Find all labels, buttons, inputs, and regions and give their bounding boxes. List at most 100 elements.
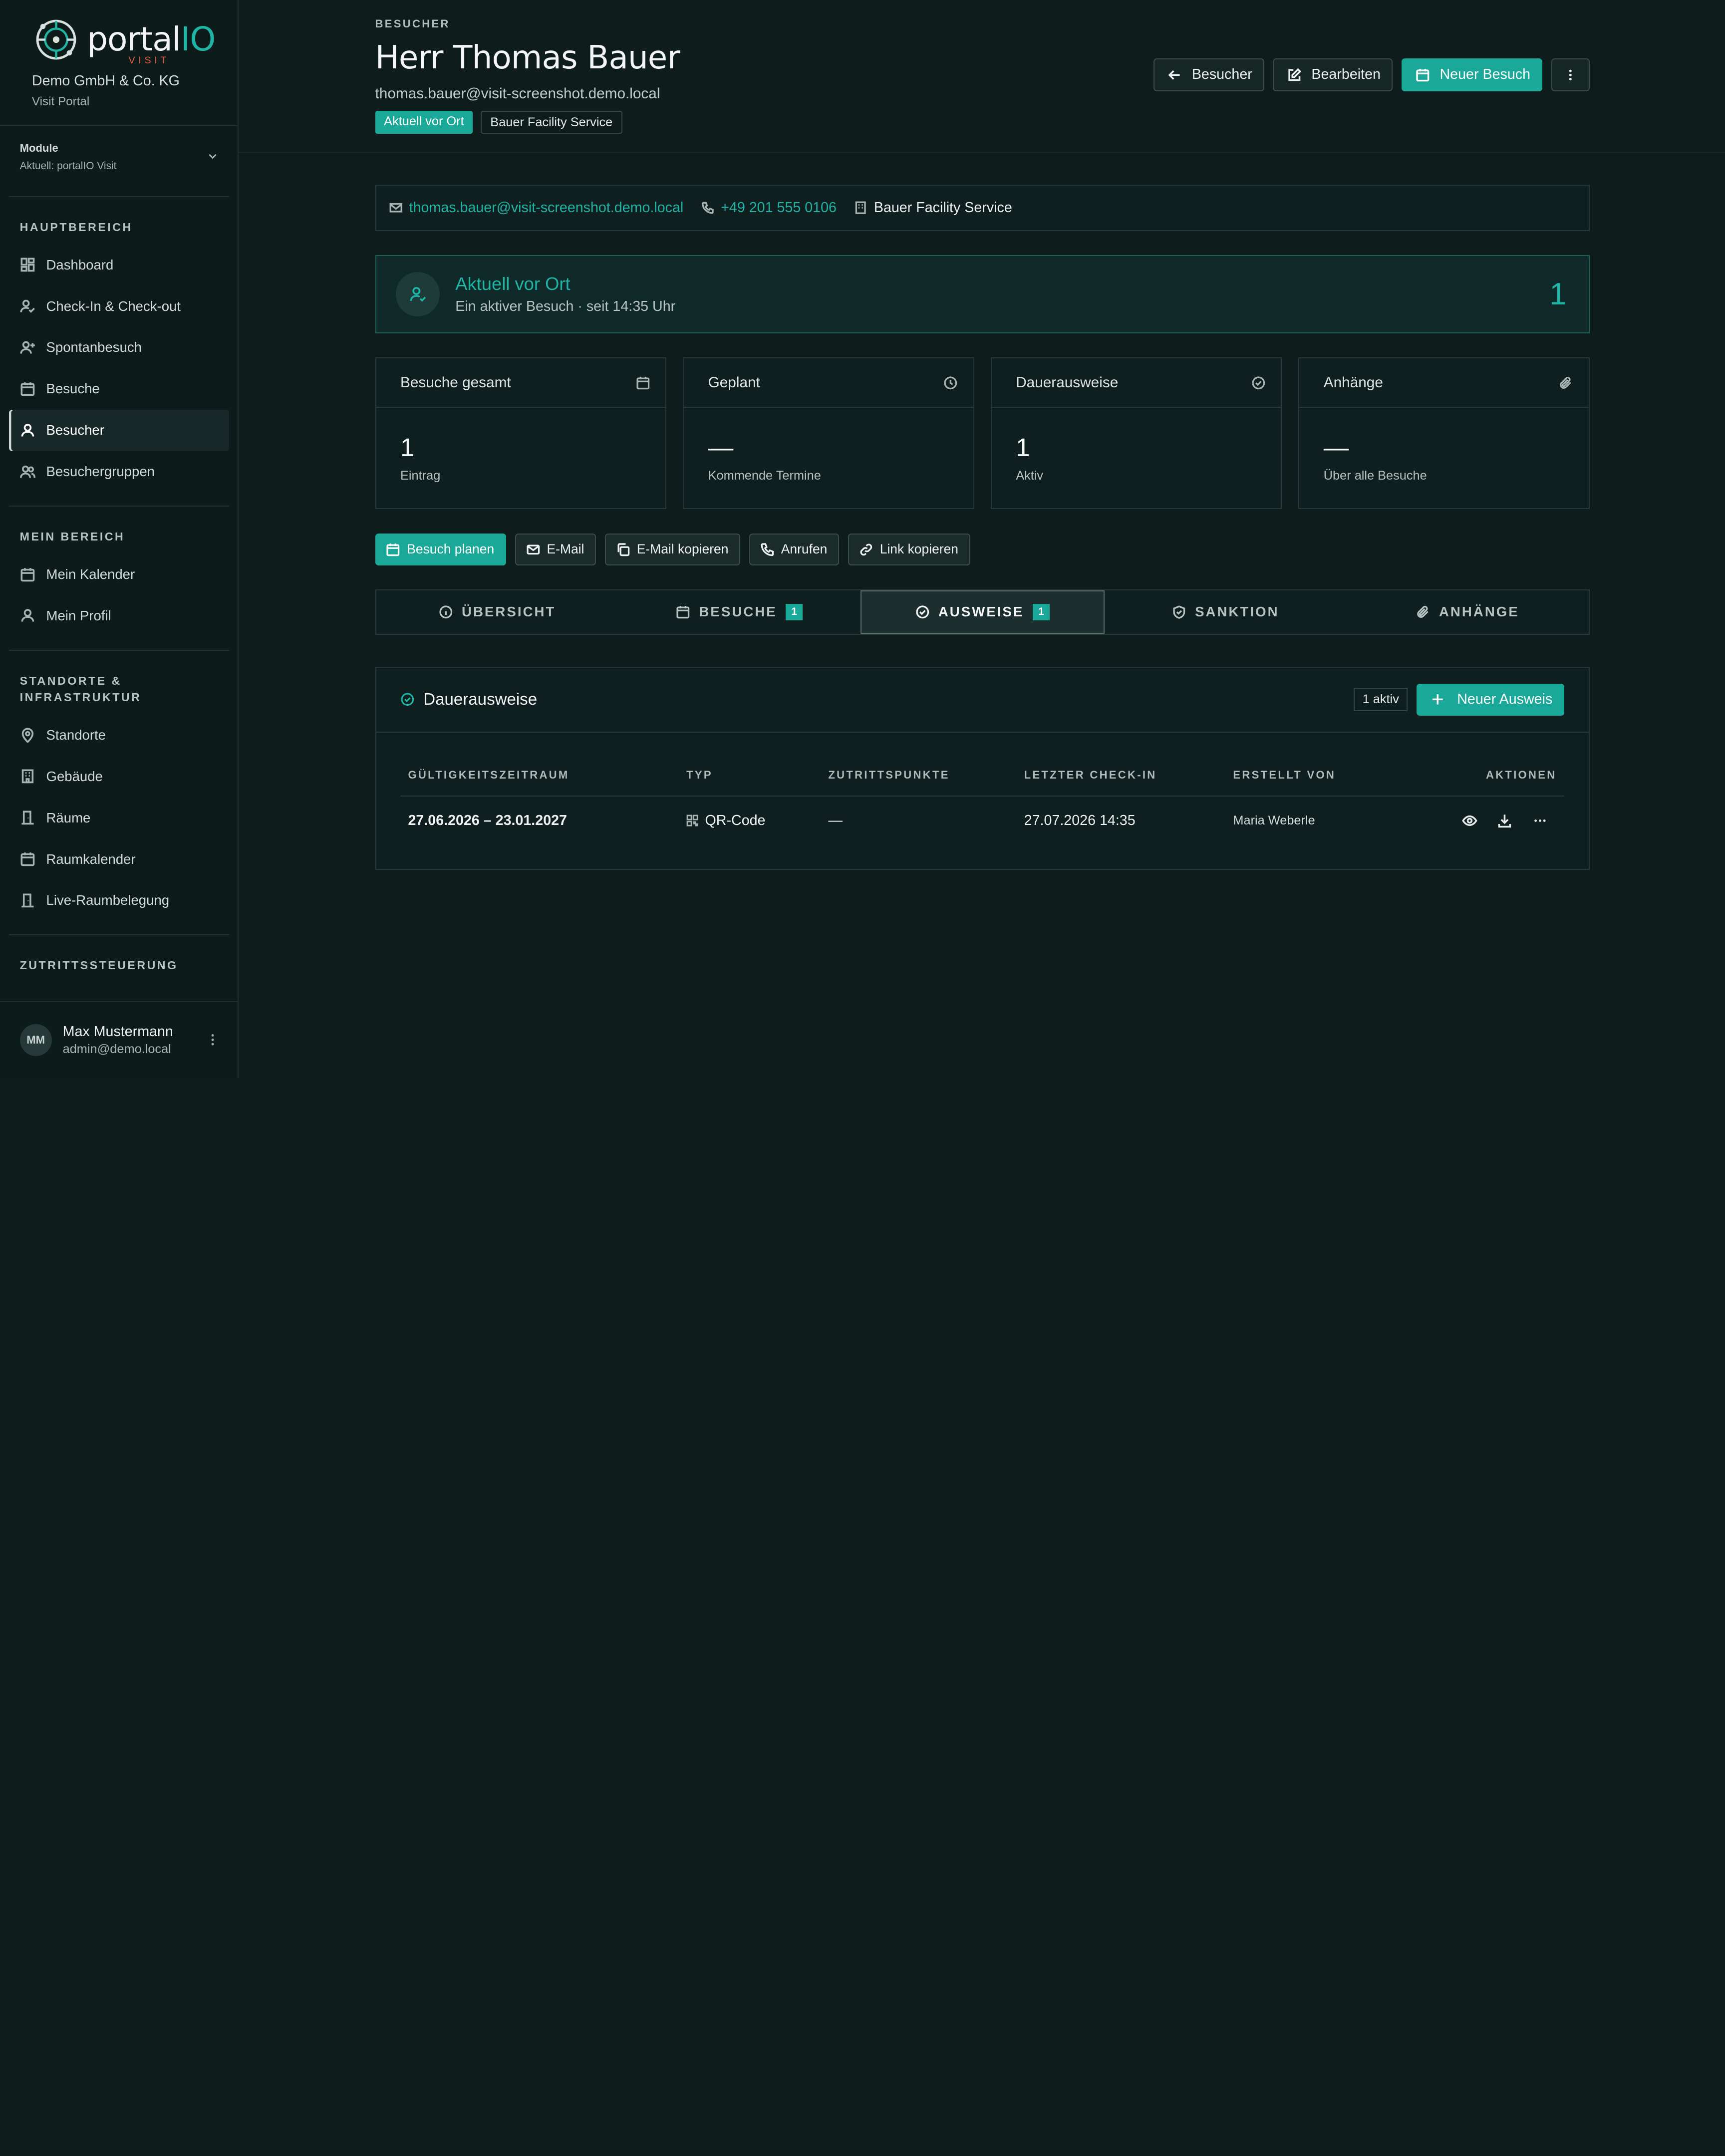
- sidebar-item-besucher[interactable]: Besucher: [8, 409, 229, 451]
- nav-section-title: MEIN BEREICH: [19, 530, 125, 543]
- more-vertical-icon[interactable]: [207, 1032, 218, 1048]
- button-label: Besucher: [1191, 66, 1252, 83]
- org-name: Demo GmbH & Co. KG: [31, 73, 180, 89]
- check-circle-icon: [401, 693, 414, 706]
- nav-section-standorte: STANDORTE & INFRASTRUKTUR Standorte Gebä…: [8, 651, 229, 936]
- sidebar-item-label: Mein Kalender: [46, 566, 135, 582]
- presence-avatar: [396, 272, 440, 316]
- module-label: Module: [19, 142, 58, 155]
- copy-email-button[interactable]: E-Mail kopieren: [605, 533, 741, 565]
- eye-icon[interactable]: [1462, 813, 1477, 828]
- cell-access-points: —: [828, 812, 843, 828]
- new-badge-button[interactable]: Neuer Ausweis: [1416, 683, 1565, 716]
- more-actions-button[interactable]: [1551, 58, 1590, 91]
- breadcrumb[interactable]: BESUCHER: [375, 17, 680, 30]
- contact-email-link[interactable]: thomas.bauer@visit-screenshot.demo.local: [389, 200, 683, 216]
- module-selector[interactable]: Module Aktuell: portalIO Visit: [8, 126, 229, 197]
- sidebar-item-dashboard[interactable]: Dashboard: [9, 244, 229, 285]
- cell-last-checkin: 27.07.2026 14:35: [1024, 812, 1136, 828]
- qr-code-icon: [686, 814, 698, 826]
- column-header-actions: AKTIONEN: [1401, 754, 1564, 797]
- logo-word-portal: portal: [87, 20, 181, 59]
- call-button[interactable]: Anrufen: [749, 533, 840, 565]
- cell-type-label: QR-Code: [705, 812, 766, 828]
- user-menu[interactable]: MM Max Mustermann admin@demo.local: [0, 1001, 238, 1078]
- sidebar-item-besuche[interactable]: Besuche: [9, 368, 229, 410]
- tab-visits[interactable]: BESUCHE 1: [618, 590, 861, 633]
- stat-card-permanent-badges: Dauerausweise 1 Aktiv: [990, 357, 1282, 510]
- sidebar-item-gebaeude[interactable]: Gebäude: [9, 756, 229, 797]
- download-icon[interactable]: [1497, 813, 1512, 828]
- plan-visit-button[interactable]: Besuch planen: [375, 533, 507, 565]
- sidebar-item-raeume[interactable]: Räume: [9, 797, 229, 838]
- sidebar-item-mein-profil[interactable]: Mein Profil: [9, 595, 229, 636]
- tab-count-badge: 1: [1033, 604, 1050, 620]
- column-header-created-by[interactable]: ERSTELLT VON: [1225, 754, 1402, 797]
- stat-value: —: [1323, 433, 1349, 462]
- sidebar-item-live-raumbelegung[interactable]: Live-Raumbelegung: [9, 880, 229, 921]
- tab-count-badge: 1: [786, 604, 803, 620]
- sidebar-item-raumkalender[interactable]: Raumkalender: [9, 838, 229, 880]
- visitor-email: thomas.bauer@visit-screenshot.demo.local: [375, 85, 660, 102]
- quick-actions: Besuch planen E-Mail E-Mail kopieren Anr…: [375, 533, 1590, 565]
- button-label: Link kopieren: [879, 541, 958, 557]
- shield-check-icon: [1173, 605, 1185, 619]
- tab-attachments[interactable]: ANHÄNGE: [1347, 590, 1589, 633]
- tab-label: SANKTION: [1195, 604, 1279, 620]
- arrow-left-icon: [1168, 70, 1180, 80]
- map-pin-icon: [21, 728, 33, 743]
- tab-overview[interactable]: ÜBERSICHT: [376, 590, 618, 633]
- column-header-type[interactable]: TYP: [678, 754, 821, 797]
- tab-badges[interactable]: AUSWEISE 1: [860, 590, 1105, 634]
- sidebar-item-besuchergruppen[interactable]: Besuchergruppen: [9, 451, 229, 493]
- table-row[interactable]: 27.06.2026 – 23.01.2027 QR-Code — 27.07.…: [400, 796, 1564, 844]
- sidebar-item-check-in[interactable]: Check-In & Check-out: [9, 285, 229, 327]
- column-header-last-checkin[interactable]: LETZTER CHECK-IN: [1016, 754, 1225, 797]
- logo-word-io: IO: [180, 20, 216, 59]
- building-icon: [855, 201, 866, 215]
- contact-company: Bauer Facility Service: [854, 200, 1012, 216]
- copy-link-button[interactable]: Link kopieren: [848, 533, 971, 565]
- new-visit-button[interactable]: Neuer Besuch: [1401, 58, 1543, 91]
- door-icon: [21, 893, 34, 908]
- sidebar-item-label: Besuche: [46, 381, 100, 397]
- presence-title: Aktuell vor Ort: [455, 273, 571, 294]
- user-name: Max Mustermann: [62, 1023, 173, 1040]
- sidebar-item-standorte[interactable]: Standorte: [9, 715, 229, 756]
- sidebar-item-label: Standorte: [46, 727, 106, 743]
- column-header-access-points[interactable]: ZUTRITTSPUNKTE: [820, 754, 1017, 797]
- email-button[interactable]: E-Mail: [515, 533, 596, 565]
- button-label: Anrufen: [781, 541, 828, 557]
- sidebar-item-label: Spontanbesuch: [46, 339, 142, 355]
- back-to-visitors-button[interactable]: Besucher: [1153, 58, 1264, 91]
- panel-title: Dauerausweise: [423, 690, 538, 709]
- permanent-badges-panel: Dauerausweise 1 aktiv Neuer Ausweis GÜLT…: [375, 666, 1590, 870]
- more-horizontal-icon[interactable]: [1532, 813, 1548, 828]
- sidebar-item-label: Check-In & Check-out: [46, 298, 181, 314]
- phone-icon: [761, 542, 774, 556]
- stat-label: Eintrag: [400, 468, 441, 483]
- check-circle-icon: [915, 605, 929, 619]
- stat-title: Geplant: [708, 374, 760, 391]
- clock-icon: [944, 376, 957, 389]
- contact-company-name: Bauer Facility Service: [873, 200, 1012, 216]
- stat-label: Kommende Termine: [708, 468, 821, 483]
- tab-label: BESUCHE: [699, 604, 777, 620]
- sidebar-item-label: Besucher: [46, 422, 104, 438]
- paperclip-icon: [1417, 606, 1429, 618]
- button-label: Bearbeiten: [1311, 66, 1381, 83]
- tab-sanction[interactable]: SANKTION: [1105, 590, 1347, 633]
- edit-button[interactable]: Bearbeiten: [1273, 58, 1393, 91]
- sidebar-item-spontanbesuch[interactable]: Spontanbesuch: [9, 327, 229, 368]
- user-check-icon: [20, 299, 35, 313]
- contact-phone-link[interactable]: +49 201 555 0106: [701, 200, 837, 216]
- sidebar: portalIO VISIT Demo GmbH & Co. KG Visit …: [0, 0, 239, 1078]
- mail-icon: [389, 203, 402, 213]
- org-subtitle: Visit Portal: [31, 95, 90, 109]
- user-plus-icon: [20, 341, 35, 354]
- sidebar-item-mein-kalender[interactable]: Mein Kalender: [9, 554, 229, 595]
- stat-value: 1: [1016, 433, 1030, 462]
- column-header-validity[interactable]: GÜLTIGKEITSZEITRAUM: [400, 754, 679, 797]
- logo[interactable]: portalIO: [32, 15, 218, 64]
- contact-phone: +49 201 555 0106: [721, 200, 837, 216]
